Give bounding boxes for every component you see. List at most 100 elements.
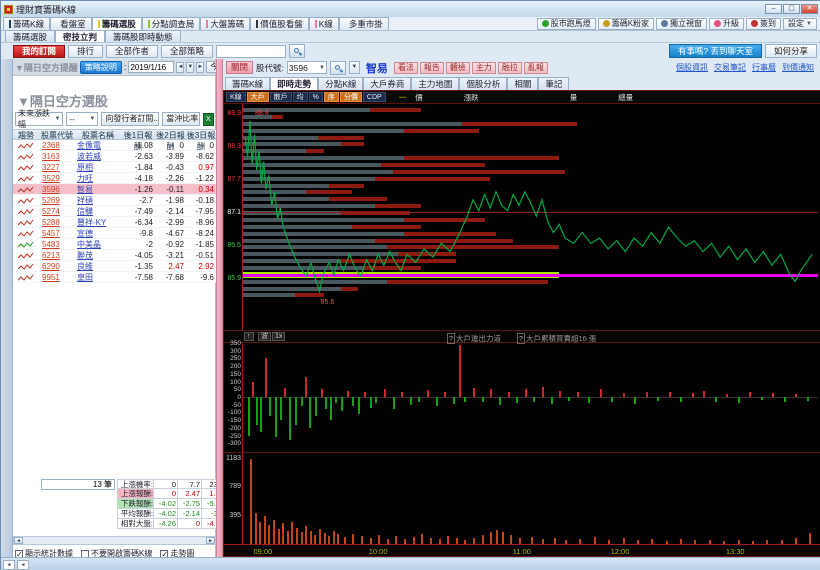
- table-row[interactable]: 5457 宣德 -9.8 -4.67 -8.24: [13, 228, 216, 239]
- stock-name-link[interactable]: 宣德: [75, 228, 121, 238]
- chart-mode-2[interactable]: 散戶: [269, 92, 292, 102]
- chart-mode-0[interactable]: K線: [226, 92, 246, 102]
- chart-mode-4[interactable]: %: [308, 92, 323, 102]
- menu-tab-4[interactable]: 大盤籌碼: [200, 17, 251, 30]
- stock-name-link[interactable]: 原相: [75, 162, 121, 172]
- volume-plot[interactable]: [242, 453, 818, 544]
- subscribe-button[interactable]: 向發行者訂閱..: [101, 112, 160, 126]
- stock-name-link[interactable]: 祥碩: [75, 195, 121, 205]
- minimize-button[interactable]: –: [765, 4, 782, 14]
- stock-code-link[interactable]: 3163: [39, 151, 75, 161]
- stock-code-link[interactable]: 6290: [39, 261, 75, 271]
- toolbar-button-0[interactable]: 我的訂閱: [13, 44, 66, 58]
- table-row[interactable]: 3163 波若威 -2.63 -3.89 -8.62: [13, 151, 216, 162]
- toolbar-button-2[interactable]: 全部作者: [106, 44, 159, 58]
- menu-tab-7[interactable]: 多重市掛: [338, 17, 389, 30]
- table-row[interactable]: 3227 原相 -1.84 -0.43 0.97: [13, 162, 216, 173]
- column-header-4[interactable]: 後2日報酬: [155, 130, 186, 151]
- wave-control-2[interactable]: 1x: [272, 332, 286, 341]
- column-header-2[interactable]: 股票名稱: [75, 130, 121, 140]
- table-row[interactable]: 3596 智易 -1.26 -0.11 0.34: [13, 184, 216, 195]
- header-link-0[interactable]: 個股資訊: [676, 62, 708, 73]
- stock-name-link[interactable]: 金像電: [75, 140, 121, 150]
- mini-button-5[interactable]: 亂報: [523, 61, 548, 74]
- sub-tab-0[interactable]: 籌碼選股: [5, 30, 56, 42]
- table-row[interactable]: 5269 祥碩 -2.7 -1.98 -0.18: [13, 195, 216, 206]
- column-header-1[interactable]: 股票代號: [39, 130, 75, 140]
- table-row[interactable]: 5288 豐祥-KY -6.34 -2.99 -8.96: [13, 217, 216, 228]
- stock-code-link[interactable]: 5274: [39, 206, 75, 216]
- secondary-dropdown[interactable]: -- ▼: [66, 112, 99, 126]
- table-row[interactable]: 9951 皇田 -7.58 -7.68 -9.6: [13, 272, 216, 283]
- mini-button-2[interactable]: 體檢: [445, 61, 470, 74]
- stock-name-link[interactable]: 皇田: [75, 272, 121, 282]
- menu-tab-6[interactable]: K線: [308, 17, 339, 30]
- chart-mode-7[interactable]: CDP: [362, 92, 386, 102]
- stock-name-link[interactable]: 信驊: [75, 206, 121, 216]
- chart-tab-3[interactable]: 大戶券商: [363, 77, 412, 90]
- table-row[interactable]: 6213 聯茂 -4.05 -3.21 -0.51: [13, 250, 216, 261]
- stock-code-link[interactable]: 6213: [39, 250, 75, 260]
- panel-splitter[interactable]: [216, 59, 223, 557]
- price-plot[interactable]: 88.8 85.6: [242, 104, 818, 330]
- mini-button-1[interactable]: 報告: [419, 61, 444, 74]
- date-picker-button[interactable]: ▼: [186, 61, 195, 73]
- collapse-left-icon[interactable]: ◄: [3, 559, 15, 570]
- date-input[interactable]: [128, 61, 175, 73]
- stock-name-link[interactable]: 力旺: [75, 173, 121, 183]
- stock-code-link[interactable]: 9951: [39, 272, 75, 282]
- trader-plot[interactable]: [242, 343, 818, 452]
- toolbar-button-1[interactable]: 排行: [68, 44, 104, 58]
- search-input[interactable]: [216, 44, 287, 58]
- stock-code-link[interactable]: 3596: [39, 184, 75, 194]
- menu-tab-0[interactable]: 籌碼K線: [3, 17, 51, 30]
- menu-tab-3[interactable]: 分點調查局: [141, 17, 201, 30]
- strategy-info-button[interactable]: 策略說明: [79, 60, 122, 74]
- daytrade-ratio-button[interactable]: 當沖比率: [162, 112, 200, 126]
- chart-mode-3[interactable]: 均: [292, 92, 308, 102]
- toolbar-button-3[interactable]: 全部策略: [161, 44, 214, 58]
- menu-button-0[interactable]: 股市跑馬燈: [536, 17, 596, 30]
- menu-button-3[interactable]: 升級: [709, 17, 745, 30]
- chart-mode-1[interactable]: 大戶: [246, 92, 269, 102]
- column-header-5[interactable]: 後3日報酬: [186, 130, 216, 151]
- wave-control-1[interactable]: 波: [258, 332, 271, 341]
- chart-tab-0[interactable]: 籌碼K線: [225, 77, 271, 90]
- stock-code-link[interactable]: 5288: [39, 217, 75, 227]
- close-chart-button[interactable]: 關閉: [226, 61, 254, 74]
- date-next-button[interactable]: ►: [196, 61, 205, 73]
- stock-name-link[interactable]: 良維: [75, 261, 121, 271]
- chart-tab-6[interactable]: 相關: [507, 77, 539, 90]
- search-button[interactable]: [289, 44, 306, 58]
- header-link-1[interactable]: 交易筆記: [714, 62, 746, 73]
- future-range-dropdown[interactable]: 未來漲跌幅 ▼: [15, 109, 64, 129]
- column-header-3[interactable]: 後1日報酬: [121, 130, 155, 151]
- scroll-left-icon[interactable]: ◄: [14, 537, 23, 544]
- menu-tab-5[interactable]: 價值股看盤: [250, 17, 309, 30]
- mini-button-4[interactable]: 融拉: [497, 61, 522, 74]
- chart-tab-1[interactable]: 即時走勢: [270, 77, 319, 90]
- stock-name-link[interactable]: 中美晶: [75, 239, 121, 249]
- stock-code-link[interactable]: 2368: [39, 140, 75, 150]
- stock-code-link[interactable]: 5483: [39, 239, 75, 249]
- chart-tab-4[interactable]: 主力地圖: [411, 77, 460, 90]
- stock-search-button[interactable]: [329, 60, 346, 75]
- excel-export-icon[interactable]: X: [202, 112, 214, 126]
- stock-code-link[interactable]: 3529: [39, 173, 75, 183]
- stock-code-link[interactable]: 5269: [39, 195, 75, 205]
- header-link-3[interactable]: 到價通知: [782, 62, 814, 73]
- menu-button-2[interactable]: 獨立視窗: [656, 17, 708, 30]
- table-row[interactable]: 5483 中美晶 -2 -0.92 -1.85: [13, 239, 216, 250]
- mini-button-3[interactable]: 主力: [471, 61, 496, 74]
- chart-tab-5[interactable]: 個股分析: [459, 77, 508, 90]
- stock-name-link[interactable]: 聯茂: [75, 250, 121, 260]
- chart-tab-7[interactable]: 筆記: [538, 77, 570, 90]
- column-header-0[interactable]: 趨勢: [13, 130, 39, 140]
- menu-button-1[interactable]: 籌碼K粉家: [597, 17, 655, 30]
- header-link-2[interactable]: 行事曆: [752, 62, 776, 73]
- date-prev-button[interactable]: ◄: [176, 61, 185, 73]
- menu-tab-2[interactable]: 籌碼選股: [91, 17, 142, 30]
- chart-mode-6[interactable]: 分價: [339, 92, 362, 102]
- table-row[interactable]: 2368 金像電 -1.08 0 0: [13, 140, 216, 151]
- history-dropdown[interactable]: ▼: [348, 61, 360, 74]
